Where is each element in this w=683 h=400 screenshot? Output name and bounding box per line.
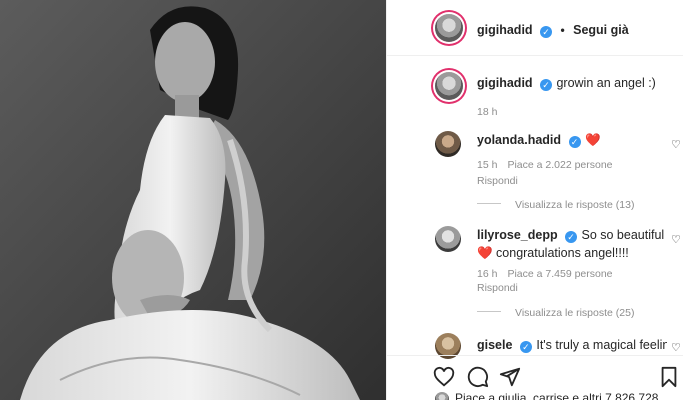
separator-dot: • xyxy=(560,23,565,37)
caption-text: growin an angel :) xyxy=(556,76,656,90)
photo-illustration xyxy=(0,0,386,400)
author-avatar[interactable] xyxy=(435,14,463,42)
comment-like-heart-icon[interactable]: ♡ xyxy=(671,138,681,151)
comment-item: yolanda.hadid ✓ ❤️ 15 h Piace a 2.022 per… xyxy=(477,131,667,187)
verified-badge-icon: ✓ xyxy=(540,79,553,91)
likes-summary[interactable]: Piace a giulia_carrise e altri 7.826.728 xyxy=(455,391,658,400)
comment-likes[interactable]: Piace a 2.022 persone xyxy=(507,159,612,171)
verified-badge-icon: ✓ xyxy=(568,136,581,148)
liker-avatar xyxy=(435,392,449,400)
share-icon[interactable] xyxy=(499,366,521,388)
caption-time: 18 h xyxy=(477,106,498,118)
reply-button[interactable]: Rispondi xyxy=(477,282,667,295)
comment-time: 16 h xyxy=(477,268,498,280)
view-replies-line xyxy=(477,203,501,205)
comment-avatar[interactable] xyxy=(435,226,461,252)
comment-item: gisele ✓ It's truly a magical feeling xyxy=(477,336,667,354)
verified-badge-icon: ✓ xyxy=(519,341,532,353)
view-replies-line xyxy=(477,311,501,313)
caption-username[interactable]: gigihadid xyxy=(477,76,533,90)
heart-icon[interactable] xyxy=(433,366,455,388)
view-replies-row[interactable]: Visualizza le risposte (13) xyxy=(477,195,634,213)
verified-badge-icon: ✓ xyxy=(540,26,553,38)
header-author-row: gigihadid ✓ • Segui già xyxy=(477,21,629,39)
bookmark-icon[interactable] xyxy=(659,366,679,388)
comment-text: ❤️ xyxy=(584,133,601,147)
comment-username[interactable]: gisele xyxy=(477,338,512,352)
comment-time: 15 h xyxy=(477,159,498,171)
reply-button[interactable]: Rispondi xyxy=(477,175,667,187)
view-replies-link[interactable]: Visualizza le risposte (25) xyxy=(515,307,634,319)
comment-text: It's truly a magical feeling xyxy=(536,338,667,352)
comment-username[interactable]: yolanda.hadid xyxy=(477,133,561,147)
comment-item: lilyrose_depp ✓ So so beautiful ❤️ congr… xyxy=(477,226,667,295)
caption-avatar[interactable] xyxy=(435,72,463,100)
comment-icon[interactable] xyxy=(467,366,489,388)
comment-meta: 15 h Piace a 2.022 persone xyxy=(477,159,667,171)
comment-avatar[interactable] xyxy=(435,131,461,157)
comment-like-heart-icon[interactable]: ♡ xyxy=(671,341,681,354)
verified-badge-icon: ✓ xyxy=(565,231,578,243)
post-header: gigihadid ✓ • Segui già xyxy=(387,0,683,56)
post-photo[interactable] xyxy=(0,0,386,400)
header-username[interactable]: gigihadid xyxy=(477,23,533,37)
comment-meta: 16 h Piace a 7.459 persone xyxy=(477,268,667,281)
comment-username[interactable]: lilyrose_depp xyxy=(477,228,558,242)
comment-like-heart-icon[interactable]: ♡ xyxy=(671,233,681,246)
view-replies-row[interactable]: Visualizza le risposte (25) xyxy=(477,303,634,321)
follow-button[interactable]: Segui già xyxy=(573,23,629,37)
view-replies-link[interactable]: Visualizza le risposte (13) xyxy=(515,199,634,211)
caption: gigihadid ✓ growin an angel :) 18 h xyxy=(477,74,677,118)
comment-likes[interactable]: Piace a 7.459 persone xyxy=(507,268,612,280)
post-side-panel: gigihadid ✓ • Segui già gigihadid ✓ grow… xyxy=(386,0,683,400)
